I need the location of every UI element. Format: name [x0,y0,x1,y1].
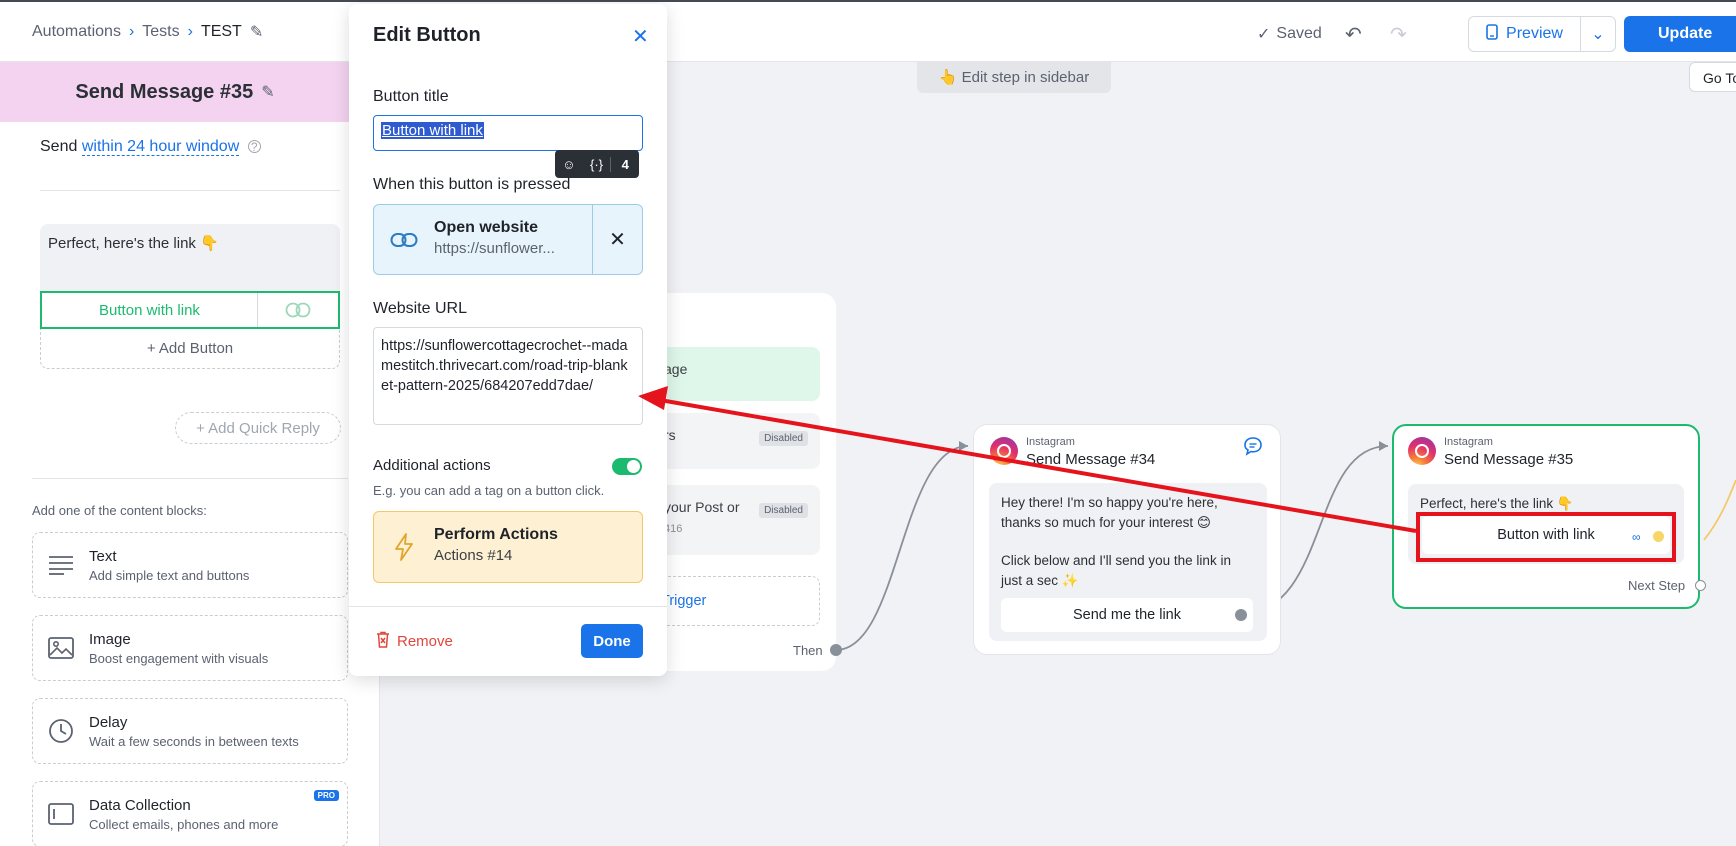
emoji-icon[interactable]: ☺ [555,157,583,172]
block-title: Text [89,547,117,565]
trigger-item-label: age [664,361,688,377]
additional-actions-toggle[interactable] [612,458,642,475]
close-icon[interactable]: ✕ [632,24,649,49]
card-title: Send Message #34 [1026,451,1156,468]
add-quick-reply-button[interactable]: + Add Quick Reply [175,412,341,444]
button-title-label: Button title [373,88,449,105]
char-count: 4 [610,156,639,172]
lightning-icon [374,512,434,582]
perform-title: Perform Actions [434,526,558,543]
text-lines-icon [33,555,89,575]
message-line: Click below and I'll send you the link i… [1001,553,1231,568]
message-line: just a sec ✨ [1001,572,1079,588]
button-label: Send me the link [1072,607,1181,623]
step-sidebar: Send Message #35 ✎ Send within 24 hour w… [0,62,380,846]
trigger-item-label: your Post or [664,499,740,515]
additional-actions-desc: E.g. you can add a tag on a button click… [373,483,605,498]
input-toolbar: ☺ {·} 4 [555,150,639,178]
platform-label: Instagram [1444,436,1493,448]
help-icon[interactable]: ? [247,140,261,153]
trash-icon [376,631,390,652]
website-url-label: Website URL [373,300,467,317]
content-blocks-title: Add one of the content blocks: [32,503,207,518]
variable-icon[interactable]: {·} [583,157,611,172]
message-text-editor[interactable]: Perfect, here's the link 👇 [40,224,340,296]
then-connector-dot[interactable] [830,644,842,656]
message-line: Hey there! I'm so happy you're here, [1001,495,1218,510]
perform-sub: Actions #14 [434,547,513,564]
remove-button[interactable]: Remove [376,631,453,652]
open-website-action[interactable]: Open website https://sunflower... ✕ [373,204,643,275]
block-title: Image [89,630,131,648]
disabled-badge: Disabled [759,431,808,446]
content-block-image[interactable]: Image Boost engagement with visuals [32,615,348,681]
chat-icon [1243,436,1263,461]
then-label: Then [793,643,823,658]
add-button[interactable]: + Add Button [40,329,340,369]
message-text: Perfect, here's the link 👇 [48,235,219,252]
message-button-label: Button with link [42,293,258,327]
block-desc: Collect emails, phones and more [89,816,279,832]
send-message-34-card[interactable]: Instagram Send Message #34 Hey there! I'… [973,424,1281,655]
link-icon [258,293,338,327]
send-prefix: Send [40,138,78,155]
pencil-icon[interactable]: ✎ [261,82,274,102]
content-block-text[interactable]: Text Add simple text and buttons [32,532,348,598]
platform-label: Instagram [1026,436,1075,448]
block-desc: Wait a few seconds in between texts [89,733,299,749]
message-line: Perfect, here's the link 👇 [1420,496,1574,511]
card-title: Send Message #35 [1444,451,1574,468]
send-link-button[interactable]: Send me the link [1001,598,1253,632]
remove-action-icon[interactable]: ✕ [592,205,642,274]
send-window-row: Send within 24 hour window ? [40,138,261,156]
pro-badge: PRO [313,790,339,801]
content-block-delay[interactable]: Delay Wait a few seconds in between text… [32,698,348,764]
trigger-link-label: Trigger [661,593,707,609]
remove-label: Remove [397,633,453,650]
action-title: Open website [434,219,539,236]
action-url-preview: https://sunflower... [434,240,555,257]
clock-icon [33,718,89,744]
trigger-item-sub: 416 [664,523,683,535]
block-title: Delay [89,713,128,731]
block-desc: Boost engagement with visuals [89,650,269,666]
edit-button-modal: Edit Button ✕ Button title Button with l… [349,4,667,676]
content-block-data-collection[interactable]: Data Collection Collect emails, phones a… [32,781,348,846]
block-desc: Add simple text and buttons [89,567,250,583]
next-step-connector[interactable] [1695,580,1706,591]
block-title: Data Collection [89,796,191,814]
done-button[interactable]: Done [581,624,643,658]
pressed-label: When this button is pressed [373,176,571,193]
disabled-badge: Disabled [759,503,808,518]
send-window-link[interactable]: within 24 hour window [81,138,240,156]
additional-actions-label: Additional actions [373,457,491,474]
divider [32,478,348,479]
instagram-icon [1408,437,1436,465]
divider [40,190,340,191]
step-title: Send Message #35 [75,80,254,103]
divider [349,606,667,607]
message-button[interactable]: Button with link [40,291,340,329]
annotation-highlight-box [1416,512,1676,562]
instagram-icon [990,437,1018,465]
button-title-value: Button with link [381,122,484,139]
perform-actions-card[interactable]: Perform Actions Actions #14 [373,511,643,583]
website-url-input[interactable]: https://sunflowercottagecrochet--madames… [373,327,643,425]
image-icon [33,637,89,659]
message-line: thanks so much for your interest 😊 [1001,514,1211,530]
step-header: Send Message #35 ✎ [0,62,380,122]
modal-title: Edit Button [373,24,481,46]
button-title-input[interactable]: Button with link [373,115,643,151]
link-icon [374,205,434,274]
input-field-icon [33,803,89,825]
next-step-label: Next Step [1628,578,1686,593]
button-connector-dot[interactable] [1235,609,1247,621]
